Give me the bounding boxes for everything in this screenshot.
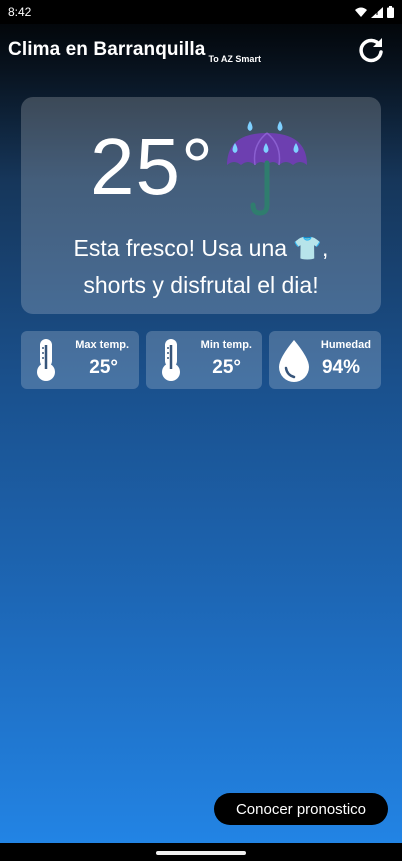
- status-time: 8:42: [8, 5, 32, 19]
- title-group: Clima en Barranquilla To AZ Smart: [8, 39, 261, 64]
- max-temp-card: Max temp. 25°: [21, 331, 139, 389]
- app-header: Clima en Barranquilla To AZ Smart: [8, 30, 386, 70]
- status-icons: [355, 6, 394, 18]
- app-subtitle: To AZ Smart: [208, 54, 261, 64]
- current-temperature: 25°: [90, 122, 214, 211]
- stat-value: 25°: [89, 357, 118, 378]
- stats-row: Max temp. 25° Min temp. 25° Humedad 94%: [21, 331, 381, 389]
- status-bar: 8:42: [0, 0, 402, 24]
- forecast-button[interactable]: Conocer pronostico: [214, 793, 388, 825]
- water-drop-icon: [279, 340, 309, 382]
- temperature-row: 25°: [21, 117, 381, 217]
- thermometer-icon: [162, 339, 180, 381]
- stat-label: Max temp.: [75, 339, 129, 351]
- stat-label: Min temp.: [200, 339, 252, 351]
- refresh-icon: [359, 38, 383, 63]
- stat-value: 94%: [321, 357, 360, 378]
- min-temp-card: Min temp. 25°: [146, 331, 262, 389]
- app-title: Clima en Barranquilla: [8, 39, 206, 60]
- stat-label: Humedad: [320, 339, 371, 351]
- stat-value: 25°: [212, 357, 241, 378]
- home-indicator[interactable]: [156, 851, 246, 855]
- thermometer-icon: [37, 339, 55, 381]
- wifi-icon: [355, 7, 367, 17]
- current-weather-card: 25° Esta fresco! Usa una 👕, shorts y dis…: [21, 97, 381, 314]
- humidity-card: Humedad 94%: [269, 331, 381, 389]
- refresh-button[interactable]: [356, 35, 386, 65]
- signal-icon: [371, 6, 383, 18]
- weather-message: Esta fresco! Usa una 👕, shorts y disfrut…: [73, 235, 329, 298]
- umbrella-rain-icon: [226, 121, 307, 216]
- battery-icon: [387, 6, 394, 18]
